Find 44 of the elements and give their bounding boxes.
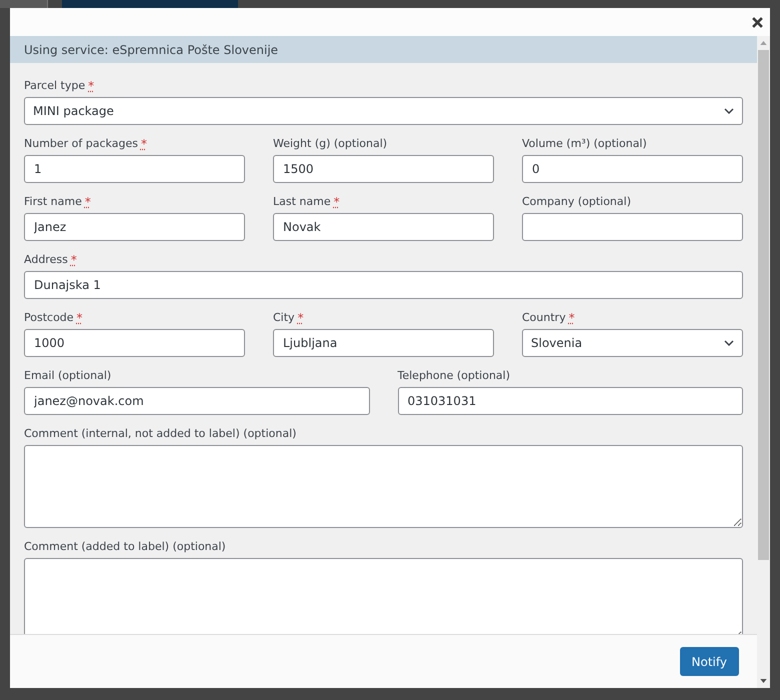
- input-field[interactable]: Dunajska 1: [24, 271, 743, 299]
- field-label: Email (optional): [24, 369, 112, 383]
- field-label: Country: [522, 311, 566, 325]
- field-label: Address: [24, 253, 68, 267]
- dropdown[interactable]: MINI package: [24, 97, 743, 125]
- service-notice: Using service: eSpremnica Pošte Slovenije: [10, 36, 757, 63]
- field-label: Volume (m³) (optional): [522, 137, 647, 151]
- required-mark: *: [84, 195, 91, 209]
- scroll-down-icon[interactable]: [760, 679, 767, 683]
- field-label: Comment (added to label) (optional): [24, 540, 226, 554]
- required-mark: *: [568, 311, 575, 325]
- field-label: Postcode: [24, 311, 74, 325]
- input-field[interactable]: 1: [24, 155, 245, 183]
- required-mark: *: [140, 137, 147, 151]
- input-field[interactable]: 1000: [24, 329, 245, 357]
- required-mark: *: [334, 195, 340, 209]
- required-mark: *: [88, 79, 94, 93]
- scroll-up-icon[interactable]: [760, 41, 767, 45]
- dropdown[interactable]: Slovenia: [522, 329, 743, 357]
- input-field[interactable]: 031031031: [398, 387, 743, 415]
- field-label: Company (optional): [522, 195, 631, 209]
- field-label: Parcel type: [24, 79, 86, 93]
- field-label: Comment (internal, not added to label) (optional): [24, 427, 296, 441]
- input-field[interactable]: janez@novak.com: [24, 387, 370, 415]
- comment-field[interactable]: [24, 445, 743, 528]
- input-field[interactable]: [522, 213, 743, 241]
- required-mark: *: [70, 253, 77, 267]
- close-icon[interactable]: [752, 16, 763, 28]
- field-label: Telephone (optional): [398, 369, 510, 383]
- required-mark: *: [298, 311, 304, 325]
- notify-button[interactable]: Notify: [680, 647, 739, 676]
- chevron-down-icon: [724, 340, 734, 346]
- chevron-down-icon: [724, 108, 734, 114]
- field-label: Weight (g) (optional): [273, 137, 388, 151]
- field-label: Last name: [273, 195, 331, 209]
- input-field[interactable]: Ljubljana: [273, 329, 494, 357]
- field-label: City: [273, 311, 295, 325]
- required-mark: *: [76, 311, 83, 325]
- input-field[interactable]: 0: [522, 155, 743, 183]
- field-label: Number of packages: [24, 137, 138, 151]
- comment-field[interactable]: [24, 558, 743, 634]
- input-field[interactable]: Novak: [273, 213, 494, 241]
- field-label: First name: [24, 195, 82, 209]
- input-field[interactable]: 1500: [273, 155, 494, 183]
